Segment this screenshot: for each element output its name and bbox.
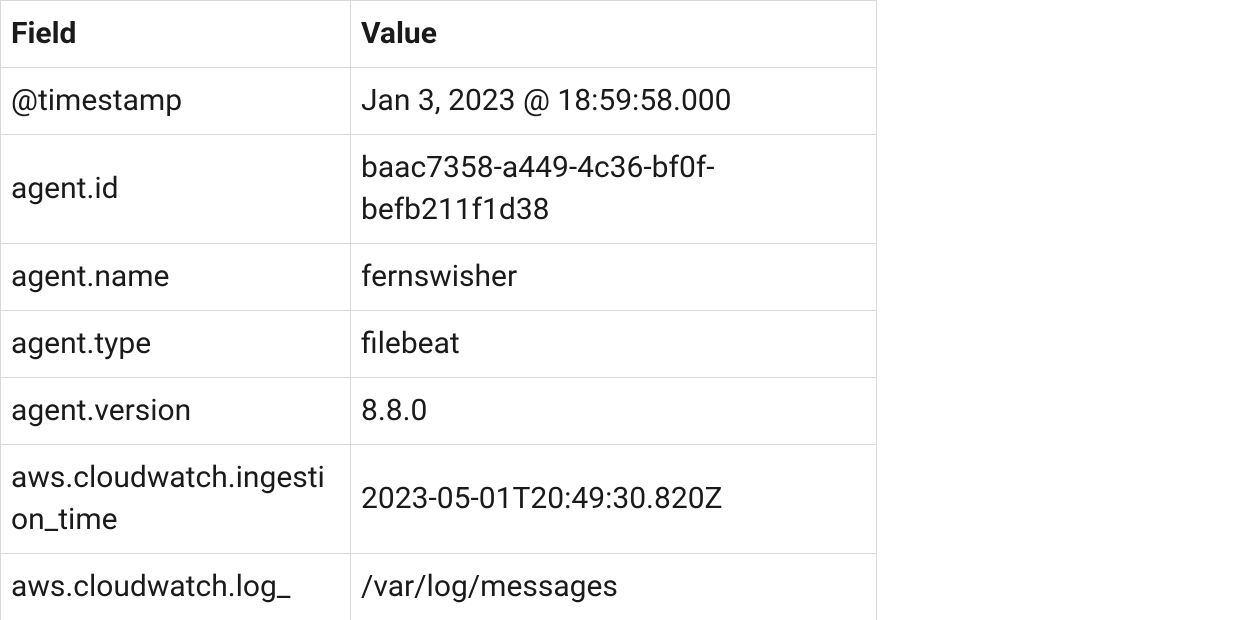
table-row: aws.cloudwatch.ingestion_time 2023-05-01… [1,445,877,554]
value-cell: 2023-05-01T20:49:30.820Z [351,445,877,554]
table-row: agent.id baac7358-a449-4c36-bf0f-befb211… [1,135,877,244]
field-cell: agent.version [1,378,351,445]
field-cell: agent.name [1,244,351,311]
table-row: agent.version 8.8.0 [1,378,877,445]
field-cell: agent.type [1,311,351,378]
field-cell: agent.id [1,135,351,244]
value-cell: 8.8.0 [351,378,877,445]
header-value: Value [351,1,877,68]
field-cell: aws.cloudwatch.log_ [1,554,351,620]
field-value-table: Field Value @timestamp Jan 3, 2023 @ 18:… [0,0,877,620]
table-row: @timestamp Jan 3, 2023 @ 18:59:58.000 [1,68,877,135]
table-row: aws.cloudwatch.log_ /var/log/messages [1,554,877,620]
value-cell: /var/log/messages [351,554,877,620]
field-value-table-container: Field Value @timestamp Jan 3, 2023 @ 18:… [0,0,876,620]
value-cell: baac7358-a449-4c36-bf0f-befb211f1d38 [351,135,877,244]
field-cell: @timestamp [1,68,351,135]
field-cell: aws.cloudwatch.ingestion_time [1,445,351,554]
table-row: agent.name fernswisher [1,244,877,311]
value-cell: Jan 3, 2023 @ 18:59:58.000 [351,68,877,135]
table-row: agent.type filebeat [1,311,877,378]
value-cell: fernswisher [351,244,877,311]
table-header-row: Field Value [1,1,877,68]
value-cell: filebeat [351,311,877,378]
header-field: Field [1,1,351,68]
